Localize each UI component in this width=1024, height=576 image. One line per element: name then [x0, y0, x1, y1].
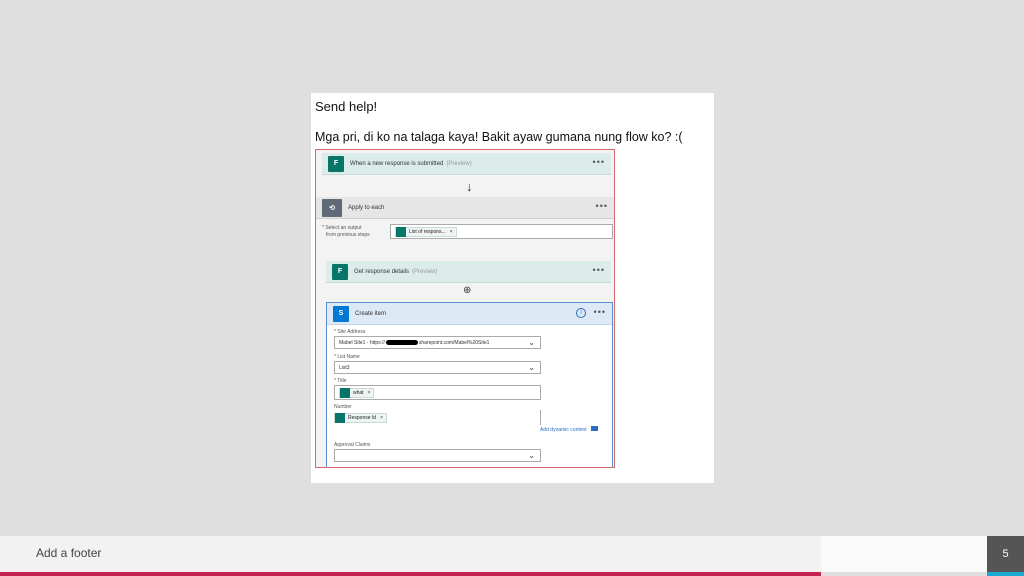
info-icon[interactable]: i	[576, 308, 586, 318]
title-field[interactable]: what ×	[334, 385, 541, 400]
arrow-down-icon: ↓	[466, 179, 473, 194]
add-step-icon[interactable]: ⊕	[463, 286, 471, 296]
trigger-label: When a new response is submitted	[350, 160, 444, 167]
number-field[interactable]: Response Id ×	[334, 410, 541, 425]
approval-claims-dropdown[interactable]: ⌄	[334, 449, 541, 462]
page-number-box: 5	[987, 536, 1024, 572]
what-token[interactable]: what ×	[339, 387, 375, 398]
page-accent-bar	[987, 572, 1024, 576]
more-options-icon[interactable]: •••	[593, 157, 605, 167]
trigger-card[interactable]: F When a new response is submitted (Prev…	[322, 153, 611, 175]
title-label: * Title	[334, 378, 347, 384]
redaction-mark	[385, 340, 418, 345]
footer-accent-bar	[0, 572, 821, 576]
forms-icon	[340, 387, 350, 398]
list-name-dropdown[interactable]: List3 ⌄	[334, 361, 541, 374]
forms-icon: F	[332, 263, 348, 280]
more-options-icon[interactable]: •••	[594, 307, 606, 317]
sharepoint-icon: S	[333, 305, 349, 322]
add-dynamic-content-link[interactable]: Add dynamic content	[540, 426, 599, 433]
site-address-dropdown[interactable]: Mabel Site1 - https:// sharepoint.com/Ma…	[334, 336, 541, 349]
more-options-icon[interactable]: •••	[596, 201, 608, 211]
chevron-down-icon: ⌄	[528, 363, 535, 372]
trigger-preview-tag: (Preview)	[446, 160, 472, 167]
response-id-token[interactable]: Response Id ×	[334, 412, 387, 423]
apply-to-each-card[interactable]: ⟲ Apply to each •••	[316, 197, 614, 219]
more-options-icon[interactable]: •••	[593, 265, 605, 275]
select-output-label: * Select an output	[322, 225, 362, 231]
select-output-label-2: from previous steps	[326, 232, 370, 238]
chevron-down-icon: ⌄	[528, 338, 535, 347]
forms-icon	[335, 412, 345, 423]
remove-token-icon[interactable]: ×	[368, 390, 371, 396]
page-number: 5	[1002, 548, 1009, 560]
post-body: Mga pri, di ko na talaga kaya! Bakit aya…	[315, 130, 683, 144]
slide-footer: Add a footer	[0, 536, 821, 572]
create-item-label: Create item	[355, 310, 387, 317]
get-response-details-card[interactable]: F Get response details (Preview) •••	[326, 261, 611, 283]
apply-to-each-label: Apply to each	[348, 204, 385, 211]
footer-text[interactable]: Add a footer	[36, 546, 101, 560]
remove-token-icon[interactable]: ×	[380, 415, 383, 421]
list-name-label: * List Name	[334, 354, 360, 360]
forms-icon	[396, 226, 406, 237]
loop-icon: ⟲	[322, 198, 342, 217]
create-item-header[interactable]: S Create item i •••	[327, 303, 612, 325]
site-address-label: * Site Address	[334, 329, 366, 335]
flow-designer: F When a new response is submitted (Prev…	[315, 149, 615, 468]
screenshot-image: Send help! Mga pri, di ko na talaga kaya…	[311, 93, 714, 483]
remove-token-icon[interactable]: ×	[450, 229, 453, 235]
list-responses-token[interactable]: List of respons... ×	[395, 226, 457, 237]
post-title: Send help!	[315, 99, 378, 114]
chevron-down-icon: ⌄	[528, 451, 535, 460]
get-details-label: Get response details	[354, 268, 410, 275]
get-details-preview-tag: (Preview)	[412, 268, 438, 275]
footer-spacer	[821, 536, 987, 572]
approval-claims-label: Approval Claims	[334, 442, 371, 448]
select-output-field[interactable]: List of respons... ×	[390, 224, 613, 239]
dynamic-content-icon	[591, 426, 599, 431]
forms-icon: F	[328, 155, 344, 172]
